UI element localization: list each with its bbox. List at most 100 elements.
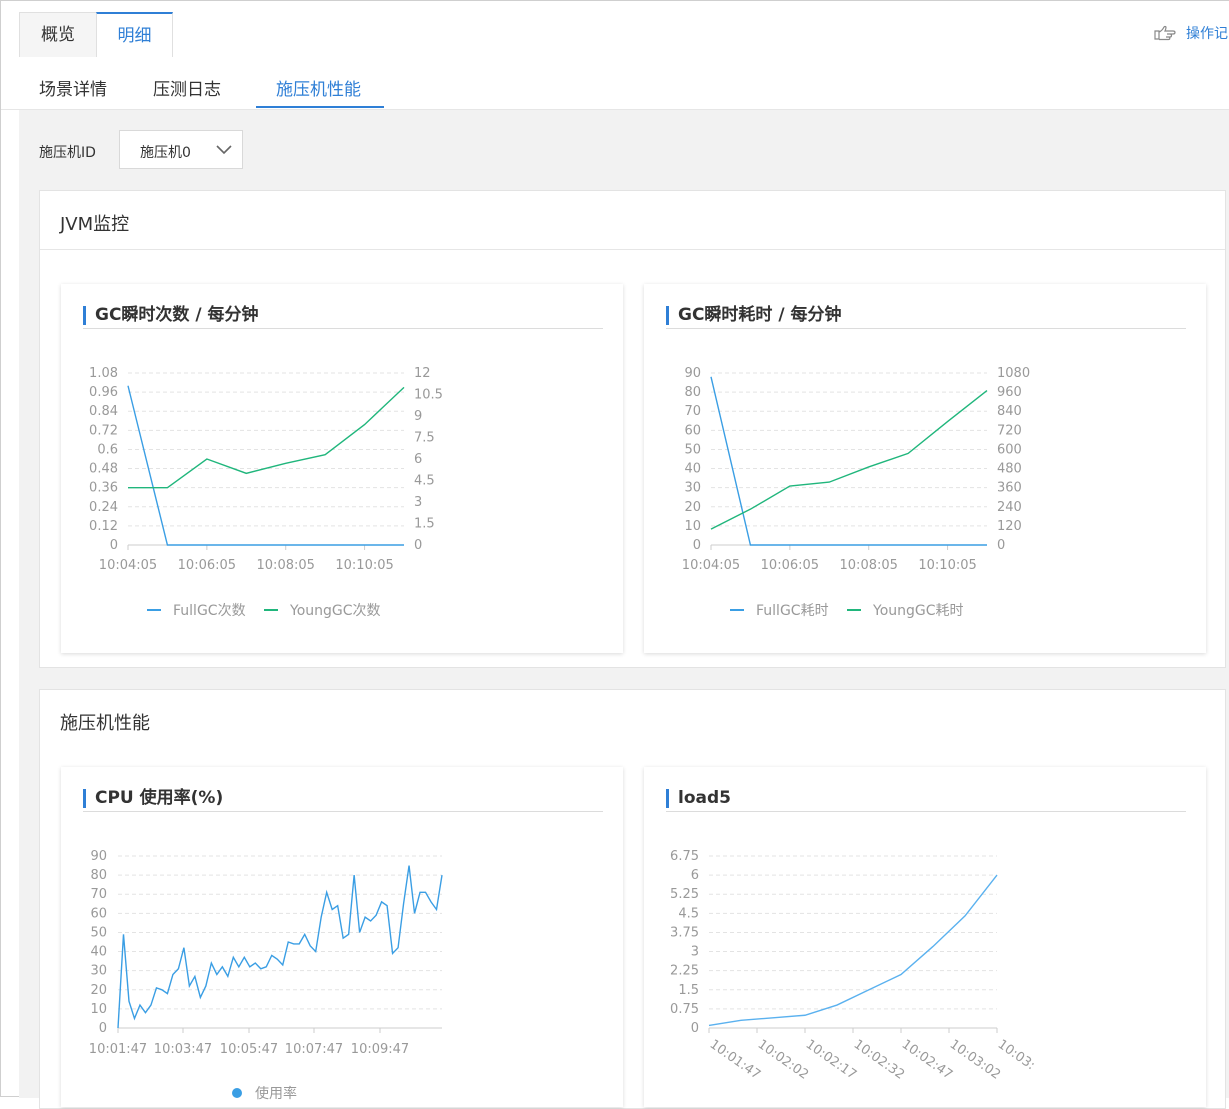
tab-detail[interactable]: 明细 xyxy=(96,12,173,59)
y-tick-label: 960 xyxy=(997,385,1022,400)
operation-log-link[interactable]: 操作记 xyxy=(1154,23,1229,43)
gc-time-card: GC瞬时耗时 / 每分钟 90 80 70 60 50 40 30 20 10 0 1080 960 8… xyxy=(644,284,1206,653)
chevron-down-icon xyxy=(216,145,232,155)
y-tick-label: 10 xyxy=(684,519,701,534)
series-line xyxy=(128,386,405,489)
x-tick-label: 10:07:47 xyxy=(285,1042,343,1057)
y-tick-label: 60 xyxy=(90,906,107,921)
y-tick-label: 720 xyxy=(997,423,1022,438)
y-tick-label: 40 xyxy=(684,462,701,477)
y-tick-label: 840 xyxy=(997,404,1022,419)
y-tick-label: 6 xyxy=(691,868,699,883)
x-tick-label: 10:03:02 xyxy=(947,1037,1003,1083)
y-tick-label: 5.25 xyxy=(670,887,699,902)
y-tick-label: 2.25 xyxy=(670,964,699,979)
series-line xyxy=(710,376,987,546)
cpu-card: CPU 使用率(%) 90 80 70 60 50 40 30 20 10 0 10:01:47 10… xyxy=(61,767,623,1107)
series-line xyxy=(127,385,404,546)
y-tick-label: 0.72 xyxy=(89,423,118,438)
y-tick-label: 10.5 xyxy=(414,388,443,403)
y-tick-label: 120 xyxy=(997,519,1022,534)
y-tick-label: 7.5 xyxy=(414,431,435,446)
y-tick-label: 40 xyxy=(90,945,107,960)
load5-chart: 6.7565.254.53.7532.251.50.75010:01:4710:… xyxy=(670,849,1038,1083)
y-tick-label: 70 xyxy=(684,404,701,419)
y-tick-label: 3.75 xyxy=(670,925,699,940)
machine-perf-panel: 施压机性能 CPU 使用率(%) 90 80 70 60 50 40 30 20 10 0 10:0… xyxy=(39,689,1226,1109)
y-tick-label: 6 xyxy=(414,452,422,467)
series-line xyxy=(708,874,998,1027)
y-tick-label: 0.48 xyxy=(89,462,118,477)
y-tick-label: 70 xyxy=(90,887,107,902)
y-tick-label: 4.5 xyxy=(678,906,699,921)
x-tick-label: 10:02:47 xyxy=(899,1037,955,1083)
y-tick-label: 20 xyxy=(684,500,701,515)
x-tick-label: 10:08:05 xyxy=(257,558,315,573)
y-tick-label: 0 xyxy=(691,1021,699,1036)
x-tick-label: 10:10:05 xyxy=(335,558,393,573)
series-line xyxy=(117,865,443,1029)
x-tick-label: 10:06:05 xyxy=(761,558,819,573)
x-tick-label: 10:05:47 xyxy=(220,1042,278,1057)
jvm-panel-title: JVM监控 xyxy=(60,214,130,235)
gc-time-chart: 90 80 70 60 50 40 30 20 10 0 1080 960 840 720 600 480 36… xyxy=(682,366,1030,619)
y-tick-label: 60 xyxy=(684,423,701,438)
y-tick-label: 30 xyxy=(90,964,107,979)
tab-overview[interactable]: 概览 xyxy=(19,12,97,57)
x-tick-label: 10:03:47 xyxy=(154,1042,212,1057)
panel-divider xyxy=(40,249,1225,250)
x-tick-label: 10:02:17 xyxy=(803,1037,859,1083)
top-tab-bar: 概览 明细 操作记 xyxy=(1,1,1229,59)
y-tick-label: 480 xyxy=(997,462,1022,477)
cpu-chart: 90 80 70 60 50 40 30 20 10 0 10:01:47 10:03:47 10:05… xyxy=(89,849,443,1102)
y-tick-label: 0 xyxy=(414,538,422,553)
y-tick-label: 1080 xyxy=(997,366,1030,381)
x-tick-label: 10:08:05 xyxy=(840,558,898,573)
legend-label: YoungGC次数 xyxy=(289,603,381,619)
y-tick-label: 1.5 xyxy=(678,983,699,998)
y-tick-label: 50 xyxy=(90,925,107,940)
y-tick-label: 1.08 xyxy=(89,366,118,381)
y-tick-label: 0.96 xyxy=(89,385,118,400)
y-tick-label: 0.12 xyxy=(89,519,118,534)
subtab-machine-perf[interactable]: 施压机性能 xyxy=(276,75,361,100)
active-tab-indicator xyxy=(256,106,384,108)
x-tick-label: 10:10:05 xyxy=(918,558,976,573)
y-tick-label: 80 xyxy=(684,385,701,400)
x-tick-label: 10:04:05 xyxy=(99,558,157,573)
x-tick-label: 10:01:47 xyxy=(89,1042,147,1057)
y-tick-label: 0.24 xyxy=(89,500,118,515)
y-tick-label: 1.5 xyxy=(414,517,435,532)
y-tick-label: 0 xyxy=(99,1021,107,1036)
y-tick-label: 20 xyxy=(90,983,107,998)
y-tick-label: 10 xyxy=(90,1002,107,1017)
y-tick-label: 3 xyxy=(691,945,699,960)
operation-log-label: 操作记 xyxy=(1186,26,1228,42)
x-tick-label: 10:02:32 xyxy=(851,1037,907,1083)
y-tick-label: 240 xyxy=(997,500,1022,515)
subtab-test-log[interactable]: 压测日志 xyxy=(153,75,221,100)
y-tick-label: 50 xyxy=(684,442,701,457)
y-tick-label: 0 xyxy=(997,538,1005,553)
y-tick-label: 0 xyxy=(110,538,118,553)
y-tick-label: 90 xyxy=(684,366,701,381)
y-tick-label: 600 xyxy=(997,442,1022,457)
x-tick-label: 10:04:05 xyxy=(682,558,740,573)
legend-label: FullGC耗时 xyxy=(756,603,829,619)
machine-id-label: 施压机ID xyxy=(39,145,96,161)
machine-id-select[interactable]: 施压机0 xyxy=(119,130,243,169)
machine-id-value: 施压机0 xyxy=(140,145,191,161)
y-tick-label: 0.36 xyxy=(89,481,118,496)
x-tick-label: 10:03: xyxy=(995,1037,1038,1073)
legend-label: FullGC次数 xyxy=(173,603,246,619)
y-tick-label: 0.6 xyxy=(97,442,118,457)
x-tick-label: 10:06:05 xyxy=(178,558,236,573)
subtab-scene-detail[interactable]: 场景详情 xyxy=(39,75,107,100)
jvm-panel: JVM监控 GC瞬时次数 / 每分钟 1.08 0.96 0.84 0.72 0.6 0.… xyxy=(39,190,1226,668)
y-tick-label: 0.84 xyxy=(89,404,118,419)
x-tick-label: 10:02:02 xyxy=(755,1037,811,1083)
load5-card: load5 6.75 6 5.25 4.5 3.75 3 2.25 1.5 0.75 0 10:01… xyxy=(644,767,1206,1107)
sub-tab-bar: 场景详情 压测日志 施压机性能 xyxy=(1,57,1229,110)
y-tick-label: 360 xyxy=(997,481,1022,496)
y-tick-label: 9 xyxy=(414,409,422,424)
